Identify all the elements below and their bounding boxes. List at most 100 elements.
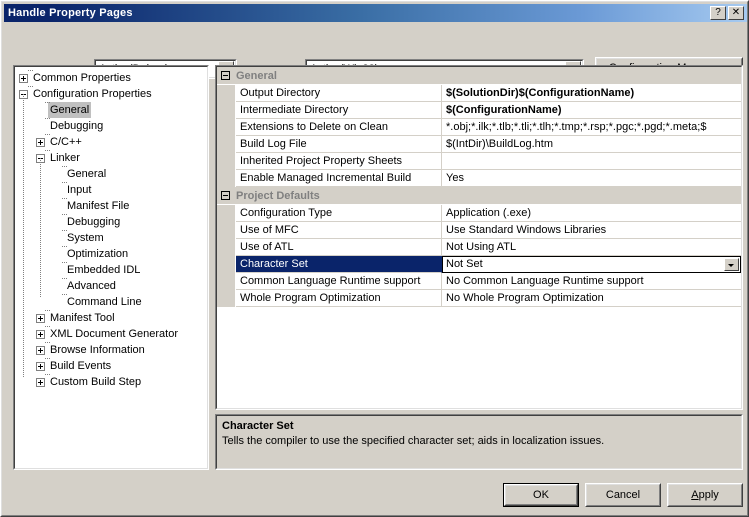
tree-item-system[interactable]: System	[15, 230, 207, 246]
tree-item-browse-information[interactable]: Browse Information	[15, 342, 207, 358]
property-row[interactable]: Configuration Type Application (.exe)	[217, 205, 741, 222]
tree-item-label: Input	[67, 184, 92, 196]
property-value[interactable]: Use Standard Windows Libraries	[442, 222, 741, 239]
property-row[interactable]: Use of ATL Not Using ATL	[217, 239, 741, 256]
property-grid-panel[interactable]: General Output Directory $(SolutionDir)$(C…	[215, 65, 743, 410]
tree-item-manifest-file[interactable]: Manifest File	[15, 198, 207, 214]
property-row[interactable]: Use of MFC Use Standard Windows Libraries	[217, 222, 741, 239]
description-panel: Character Set Tells the compiler to use …	[215, 414, 743, 470]
property-category-label: Project Defaults	[236, 189, 320, 202]
property-name[interactable]: Extensions to Delete on Clean	[236, 119, 442, 136]
tree-connector	[62, 278, 67, 279]
tree-item-embedded-idl[interactable]: Embedded IDL	[15, 262, 207, 278]
property-value[interactable]: Yes	[442, 170, 741, 187]
property-row[interactable]: Whole Program Optimization No Whole Progr…	[217, 290, 741, 307]
property-name[interactable]: Use of ATL	[236, 239, 442, 256]
property-row[interactable]: Enable Managed Incremental Build Yes	[217, 170, 741, 187]
property-value[interactable]: *.obj;*.ilk;*.tlb;*.tli;*.tlh;*.tmp;*.rs…	[442, 119, 741, 136]
cancel-button[interactable]: Cancel	[585, 483, 661, 507]
property-value-text: Yes	[446, 172, 464, 184]
tree-item-c-c[interactable]: C/C++	[15, 134, 207, 150]
title-bar: Handle Property Pages ? ✕	[4, 4, 747, 22]
tree-item-manifest-tool[interactable]: Manifest Tool	[15, 310, 207, 326]
property-gutter	[217, 222, 236, 239]
help-icon[interactable]: ?	[710, 6, 726, 20]
expand-icon[interactable]	[36, 329, 45, 339]
property-name[interactable]: Build Log File	[236, 136, 442, 153]
expand-icon[interactable]	[36, 377, 45, 387]
property-value-text: No Common Language Runtime support	[446, 275, 644, 287]
tree-item-debugging[interactable]: Debugging	[15, 214, 207, 230]
expand-icon[interactable]	[36, 313, 45, 323]
tree-connector	[45, 118, 50, 119]
property-row[interactable]: Character Set Not Set	[217, 256, 741, 273]
tree-connector	[45, 342, 50, 343]
tree-item-linker[interactable]: Linker	[15, 150, 207, 166]
property-name[interactable]: Configuration Type	[236, 205, 442, 222]
tree-connector	[45, 374, 50, 375]
property-row[interactable]: Common Language Runtime support No Common…	[217, 273, 741, 290]
property-row[interactable]: Output Directory $(SolutionDir)$(Configur…	[217, 85, 741, 102]
property-name[interactable]: Enable Managed Incremental Build	[236, 170, 442, 187]
chevron-down-icon[interactable]	[724, 258, 739, 271]
tree-connector	[62, 246, 67, 247]
property-name[interactable]: Whole Program Optimization	[236, 290, 442, 307]
tree-item-command-line[interactable]: Command Line	[15, 294, 207, 310]
property-row[interactable]: Build Log File $(IntDir)\BuildLog.htm	[217, 136, 741, 153]
tree-item-xml-document-generator[interactable]: XML Document Generator	[15, 326, 207, 342]
property-name[interactable]: Intermediate Directory	[236, 102, 442, 119]
property-category-general[interactable]: General	[217, 67, 741, 85]
tree-item-label: Embedded IDL	[67, 264, 141, 276]
window-title: Handle Property Pages	[8, 7, 133, 19]
expand-icon[interactable]	[36, 345, 45, 355]
tree-connector	[28, 70, 33, 71]
tree-connector	[28, 86, 33, 87]
collapse-icon[interactable]	[221, 71, 230, 80]
tree-item-common-properties[interactable]: Common Properties	[15, 70, 207, 86]
property-name[interactable]: Common Language Runtime support	[236, 273, 442, 290]
property-row[interactable]: Intermediate Directory $(ConfigurationNam…	[217, 102, 741, 119]
expand-icon[interactable]	[36, 137, 45, 147]
property-name[interactable]: Output Directory	[236, 85, 442, 102]
tree-item-advanced[interactable]: Advanced	[15, 278, 207, 294]
expand-icon[interactable]	[19, 73, 28, 83]
property-value[interactable]: $(ConfigurationName)	[442, 102, 741, 119]
property-row[interactable]: Inherited Project Property Sheets	[217, 153, 741, 170]
tree-item-optimization[interactable]: Optimization	[15, 246, 207, 262]
property-name[interactable]: Inherited Project Property Sheets	[236, 153, 442, 170]
property-value[interactable]: Not Set	[442, 256, 741, 273]
property-name[interactable]: Character Set	[236, 256, 442, 273]
tree-item-custom-build-step[interactable]: Custom Build Step	[15, 374, 207, 390]
tree-item-general[interactable]: General	[15, 102, 207, 118]
property-value[interactable]: Not Using ATL	[442, 239, 741, 256]
tree-item-label: Optimization	[67, 248, 129, 260]
property-value[interactable]	[442, 153, 741, 170]
property-value[interactable]: $(SolutionDir)$(ConfigurationName)	[442, 85, 741, 102]
tree-item-general[interactable]: General	[15, 166, 207, 182]
tree-item-build-events[interactable]: Build Events	[15, 358, 207, 374]
property-value[interactable]: No Common Language Runtime support	[442, 273, 741, 290]
apply-button-label: Apply	[668, 484, 742, 506]
tree-item-label: C/C++	[50, 136, 82, 148]
property-value[interactable]: $(IntDir)\BuildLog.htm	[442, 136, 741, 153]
tree-item-input[interactable]: Input	[15, 182, 207, 198]
collapse-icon[interactable]	[221, 191, 230, 200]
apply-button[interactable]: Apply	[667, 483, 743, 507]
property-category-project-defaults[interactable]: Project Defaults	[217, 187, 741, 205]
expand-icon[interactable]	[36, 361, 45, 371]
tree-item-configuration-properties[interactable]: Configuration Properties	[15, 86, 207, 102]
description-title: Character Set	[222, 420, 294, 432]
property-name[interactable]: Use of MFC	[236, 222, 442, 239]
tree-connector	[45, 326, 50, 327]
tree-item-debugging[interactable]: Debugging	[15, 118, 207, 134]
ok-button[interactable]: OK	[503, 483, 579, 507]
property-value[interactable]: No Whole Program Optimization	[442, 290, 741, 307]
close-icon[interactable]: ✕	[728, 6, 744, 20]
property-value[interactable]: Application (.exe)	[442, 205, 741, 222]
property-row[interactable]: Extensions to Delete on Clean *.obj;*.ilk…	[217, 119, 741, 136]
properties-tree-panel[interactable]: Common Properties Configuration Propertie…	[13, 65, 209, 470]
